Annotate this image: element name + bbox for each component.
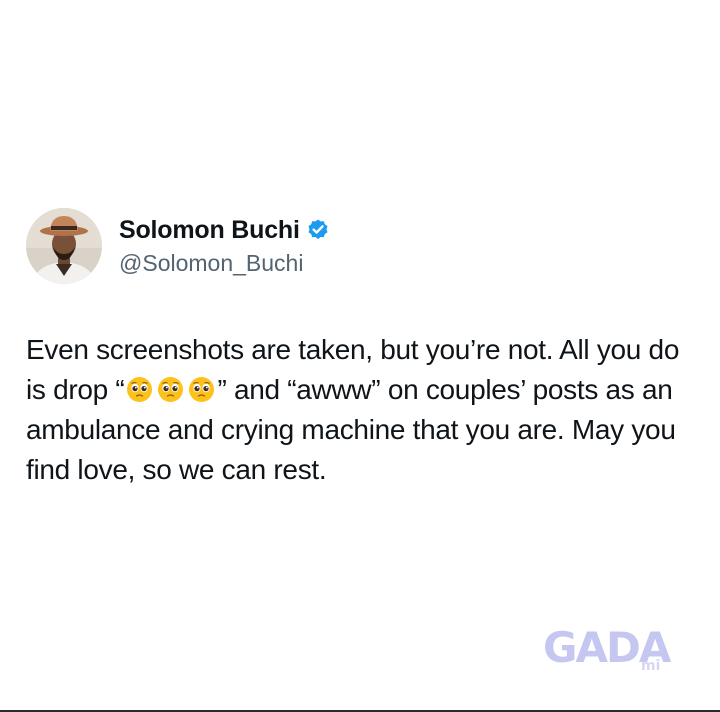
author-block[interactable]: Solomon Buchi @Solomon_Buchi xyxy=(26,208,330,284)
pleading-face-emoji-icon xyxy=(188,374,215,402)
pleading-face-emoji-icon xyxy=(157,374,184,402)
avatar[interactable] xyxy=(26,208,102,284)
author-text: Solomon Buchi @Solomon_Buchi xyxy=(119,215,330,278)
display-name[interactable]: Solomon Buchi xyxy=(119,215,300,245)
watermark-suffix: mi xyxy=(641,658,661,674)
author-handle[interactable]: @Solomon_Buchi xyxy=(119,248,330,278)
name-row: Solomon Buchi xyxy=(119,215,330,245)
avatar-image xyxy=(26,208,102,284)
pleading-face-emoji-icon xyxy=(126,374,153,402)
tweet-text: Even screenshots are taken, but you’re n… xyxy=(26,330,706,490)
tweet-screenshot: Solomon Buchi @Solomon_Buchi Even screen… xyxy=(0,0,720,712)
watermark-logo: GADA mi xyxy=(543,622,693,682)
verified-badge-icon xyxy=(306,218,330,242)
